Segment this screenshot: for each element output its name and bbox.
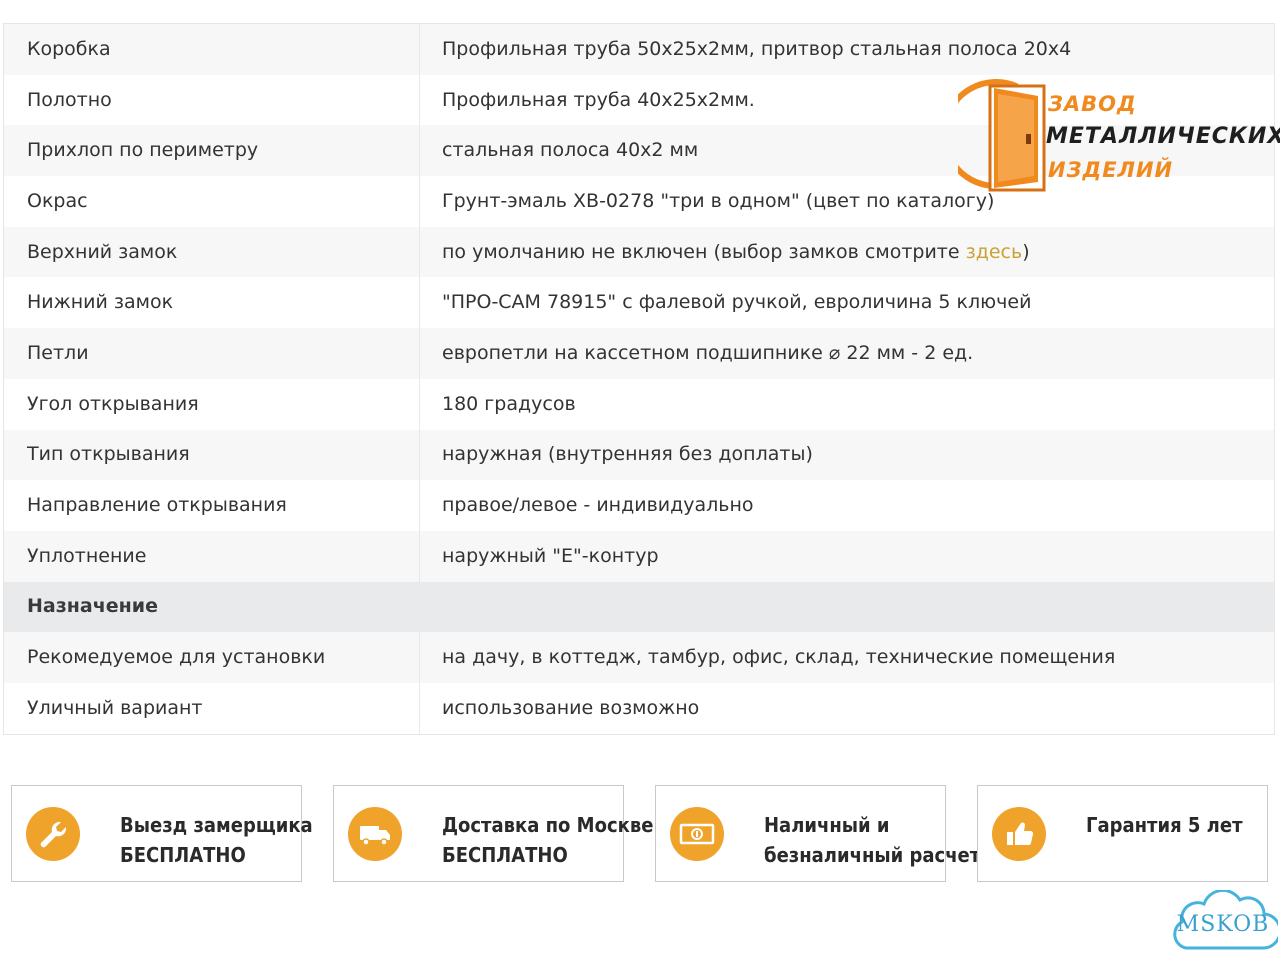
spec-value: Профильная труба 50x25x2мм, притвор стал… bbox=[419, 23, 1275, 75]
locks-link[interactable]: здесь bbox=[966, 241, 1023, 263]
table-row: Рекомедуемое для установки на дачу, в ко… bbox=[3, 632, 1275, 683]
feature-free-measure: Выезд замерщика БЕСПЛАТНО bbox=[11, 785, 313, 882]
feature-warranty: Гарантия 5 лет bbox=[977, 785, 1268, 882]
spec-label: Коробка bbox=[3, 23, 420, 75]
spec-label: Полотно bbox=[3, 74, 420, 126]
spec-label: Рекомедуемое для установки bbox=[3, 632, 420, 683]
feature-payment: Наличный и безналичный расчет bbox=[655, 785, 980, 882]
logo-text-line3: ИЗДЕЛИЙ bbox=[1048, 158, 1174, 182]
spec-value: "ПРО-САМ 78915" с фалевой ручкой, евроли… bbox=[419, 277, 1275, 329]
spec-label: Верхний замок bbox=[3, 226, 420, 278]
spec-value: европетли на кассетном подшипнике ⌀ 22 м… bbox=[419, 328, 1275, 379]
logo-text-line1: ЗАВОД bbox=[1048, 92, 1137, 116]
table-row: Верхний замок по умолчанию не включен (в… bbox=[3, 226, 1275, 278]
section-empty-cell bbox=[419, 581, 1275, 633]
spec-label: Петли bbox=[3, 328, 420, 379]
spec-value: на дачу, в коттедж, тамбур, офис, склад,… bbox=[419, 632, 1275, 683]
spec-label: Угол открывания bbox=[3, 378, 420, 430]
spec-label: Прихлоп по периметру bbox=[3, 125, 420, 177]
money-icon bbox=[670, 807, 724, 861]
section-title: Назначение bbox=[3, 581, 420, 633]
feature-line1: Доставка по Москве bbox=[442, 813, 654, 837]
spec-label: Нижний замок bbox=[3, 277, 420, 329]
watermark-text: MSKOB bbox=[1176, 912, 1270, 937]
spec-label: Окрас bbox=[3, 176, 420, 227]
spec-value-text: по умолчанию не включен (выбор замков см… bbox=[442, 240, 966, 263]
spec-value: 180 градусов bbox=[419, 378, 1275, 430]
spec-value: наружная (внутренняя без доплаты) bbox=[419, 429, 1275, 481]
table-row: Тип открывания наружная (внутренняя без … bbox=[3, 429, 1275, 481]
spec-value: правое/левое - индивидуально bbox=[419, 480, 1275, 531]
spec-value: использование возможно bbox=[419, 682, 1275, 735]
door-logo-icon bbox=[941, 79, 1046, 192]
spec-value: наружный "Е"-контур bbox=[419, 530, 1275, 582]
table-row: Направление открывания правое/левое - ин… bbox=[3, 480, 1275, 531]
spec-label: Уплотнение bbox=[3, 530, 420, 582]
spec-label: Тип открывания bbox=[3, 429, 420, 481]
feature-line1: Выезд замерщика bbox=[120, 813, 313, 837]
thumbs-up-icon bbox=[992, 807, 1046, 861]
company-logo: ЗАВОД МЕТАЛЛИЧЕСКИХ ИЗДЕЛИЙ bbox=[941, 68, 1280, 194]
truck-icon bbox=[348, 807, 402, 861]
table-row: Коробка Профильная труба 50x25x2мм, прит… bbox=[3, 23, 1275, 75]
table-row: Угол открывания 180 градусов bbox=[3, 378, 1275, 430]
watermark-badge: MSKOB bbox=[1168, 888, 1280, 956]
table-row: Петли европетли на кассетном подшипнике … bbox=[3, 328, 1275, 379]
feature-line1: Гарантия 5 лет bbox=[1086, 813, 1243, 837]
spec-value-text-end: ) bbox=[1022, 240, 1030, 263]
feature-line1: Наличный и bbox=[764, 813, 890, 837]
feature-line2: БЕСПЛАТНО bbox=[442, 843, 568, 867]
wrench-icon bbox=[26, 807, 80, 861]
feature-line2: безналичный расчет bbox=[764, 843, 981, 867]
section-header-row: Назначение bbox=[3, 581, 1275, 633]
feature-free-delivery: Доставка по Москве БЕСПЛАТНО bbox=[333, 785, 653, 882]
spec-value: по умолчанию не включен (выбор замков см… bbox=[419, 226, 1275, 278]
feature-line2: БЕСПЛАТНО bbox=[120, 843, 246, 867]
logo-text-line2: МЕТАЛЛИЧЕСКИХ bbox=[1046, 124, 1280, 149]
spec-label: Направление открывания bbox=[3, 480, 420, 531]
table-row: Нижний замок "ПРО-САМ 78915" с фалевой р… bbox=[3, 277, 1275, 329]
table-row: Уличный вариант использование возможно bbox=[3, 682, 1275, 735]
spec-label: Уличный вариант bbox=[3, 682, 420, 735]
table-row: Уплотнение наружный "Е"-контур bbox=[3, 530, 1275, 582]
